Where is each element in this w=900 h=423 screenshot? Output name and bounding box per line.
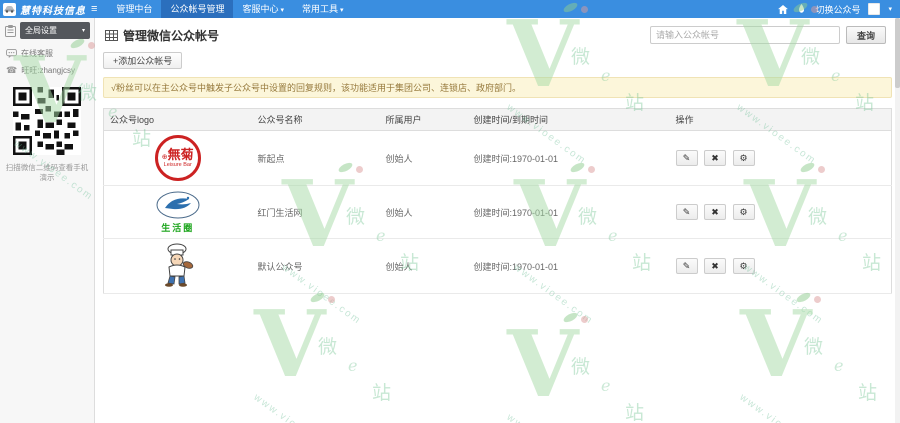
notification-icon[interactable]: [796, 4, 807, 15]
home-icon[interactable]: [777, 4, 788, 15]
phone-icon: ☎: [6, 65, 18, 75]
hamburger-menu-icon[interactable]: ≡: [91, 3, 97, 15]
account-name: 默认公众号: [251, 238, 380, 294]
edit-button[interactable]: ✎: [675, 204, 698, 220]
chevron-down-icon: ▾: [280, 7, 284, 14]
sidebar-item-wangwang[interactable]: ☎ 旺旺:zhangjcsy: [0, 62, 94, 79]
car-icon: [4, 6, 15, 13]
sidebar-item-label: 在线客服: [21, 49, 53, 58]
page-title: 管理微信公众帐号: [123, 28, 220, 43]
search-button[interactable]: 查询: [845, 26, 886, 44]
account-logo-chef: [157, 243, 199, 289]
sidebar-item-online-service[interactable]: 在线客服: [0, 45, 94, 62]
delete-button[interactable]: ✖: [704, 204, 727, 220]
table-header-row: 公众号logo 公众号名称 所属用户 创建时间/到期时间 操作: [103, 108, 892, 131]
settings-button[interactable]: ⚙: [732, 204, 755, 220]
settings-button[interactable]: ⚙: [732, 150, 755, 166]
col-header-created: 创建时间/到期时间: [467, 108, 670, 131]
add-account-button[interactable]: +添加公众帐号: [103, 52, 183, 69]
switch-account-link[interactable]: 切换公众号: [815, 3, 860, 16]
edit-button[interactable]: ✎: [675, 258, 698, 274]
account-owner: 创始人: [379, 185, 468, 239]
account-created: 创建时间:1970-01-01: [467, 185, 670, 239]
table-row: ⊕無菊 Leisure Bar 新起点 创始人 创建时间:1970-01-01 …: [103, 130, 892, 186]
notice-banner: √粉丝可以在主公众号中触发子公众号中设置的回复规则，该功能适用于集团公司、连锁店…: [103, 77, 892, 98]
main-content: 管理微信公众帐号 查询 +添加公众帐号 √粉丝可以在主公众号中触发子公众号中设置…: [95, 18, 900, 423]
top-navbar: 慧特科技信息 ≡ 管理中台 公众帐号管理 客服中心 ▾ 常用工具 ▾ 切换公众号 ▾: [0, 0, 900, 18]
chevron-down-icon[interactable]: ▾: [888, 5, 892, 13]
clipboard-icon: [5, 24, 16, 37]
scrollbar-thumb[interactable]: [895, 18, 900, 88]
col-header-actions: 操作: [669, 108, 892, 131]
chevron-down-icon: ▾: [81, 28, 85, 34]
brand-name[interactable]: 慧特科技信息: [20, 2, 86, 17]
account-owner: 创始人: [379, 130, 468, 186]
edit-button[interactable]: ✎: [675, 150, 698, 166]
avatar[interactable]: [868, 3, 881, 15]
global-settings-button[interactable]: 全局设置 ▾: [20, 22, 90, 39]
account-logo-life-circle: 生活圈: [155, 190, 201, 234]
search-input[interactable]: [649, 26, 840, 44]
nav-item-console[interactable]: 管理中台: [107, 0, 161, 18]
delete-button[interactable]: ✖: [704, 258, 727, 274]
col-header-owner: 所属用户: [379, 108, 468, 131]
account-created: 创建时间:1970-01-01: [467, 130, 670, 186]
account-logo-leisure-bar: ⊕無菊 Leisure Bar: [154, 135, 201, 181]
settings-button[interactable]: ⚙: [732, 258, 755, 274]
chat-bubble-icon: [6, 49, 17, 58]
table-grid-icon: [105, 29, 118, 41]
col-header-logo: 公众号logo: [103, 108, 252, 131]
nav-item-service-center[interactable]: 客服中心 ▾: [233, 0, 293, 18]
sidebar: 全局设置 ▾ 在线客服 ☎ 旺旺:zhangjcsy 扫描微信二维码查看手机演示: [0, 18, 95, 423]
delete-button[interactable]: ✖: [704, 150, 727, 166]
main-nav: 管理中台 公众帐号管理 客服中心 ▾ 常用工具 ▾: [107, 0, 352, 18]
qr-caption: 扫描微信二维码查看手机演示: [5, 163, 89, 182]
chevron-down-icon: ▾: [340, 7, 344, 14]
table-row: 生活圈 红门生活网 创始人 创建时间:1970-01-01 ✎ ✖ ⚙: [103, 185, 892, 239]
topbar-right: 切换公众号 ▾: [777, 3, 900, 16]
account-owner: 创始人: [379, 238, 468, 294]
nav-item-tools[interactable]: 常用工具 ▾: [293, 0, 353, 18]
scrollbar[interactable]: [895, 18, 900, 423]
accounts-table: 公众号logo 公众号名称 所属用户 创建时间/到期时间 操作 ⊕無菊 Leis…: [103, 108, 892, 294]
qr-code: [13, 87, 81, 157]
account-name: 红门生活网: [251, 185, 380, 239]
brand-logo[interactable]: [3, 2, 16, 16]
account-name: 新起点: [251, 130, 380, 186]
table-row: 默认公众号 创始人 创建时间:1970-01-01 ✎ ✖ ⚙: [103, 238, 892, 294]
sidebar-item-label: 旺旺:zhangjcsy: [21, 66, 76, 75]
account-created: 创建时间:1970-01-01: [467, 238, 670, 294]
nav-item-account-manage[interactable]: 公众帐号管理: [161, 0, 234, 18]
col-header-name: 公众号名称: [251, 108, 380, 131]
